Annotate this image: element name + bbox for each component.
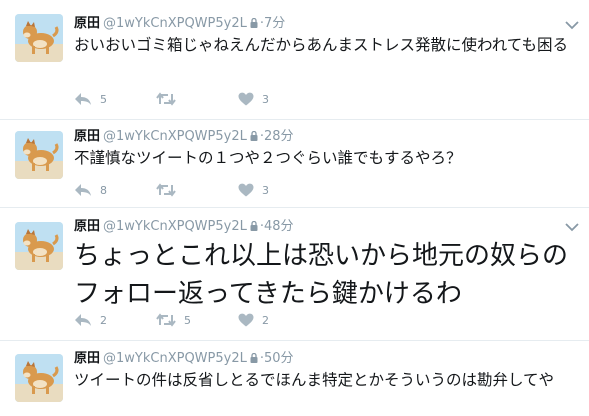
tweet-text-line: ちょっとこれ以上は恐いから地元の奴らの [74, 241, 569, 271]
tweet-text-line: フォロー返ってきたら鍵かけるわ [74, 279, 462, 309]
tweet[interactable]: 原田 @1wYkCnXPQWP5y2L ·48分 ちょっとこれ以上は恐いから地元の奴… [0, 208, 589, 341]
reply-count: 8 [100, 183, 107, 197]
chevron-down-icon[interactable] [565, 222, 579, 232]
tweet-text: 不謹慎なツイートの１つや２つぐらい誰でもするやろ？ [74, 149, 462, 167]
reply-button[interactable]: 5 [74, 92, 156, 106]
display-name[interactable]: 原田 [74, 16, 100, 31]
lock-icon [250, 220, 258, 236]
tweet-header: 原田 @1wYkCnXPQWP5y2L ·50分 [74, 351, 294, 368]
heart-icon [238, 92, 254, 106]
retweet-button[interactable] [156, 92, 238, 106]
heart-icon [238, 183, 254, 197]
heart-icon [238, 313, 254, 327]
reply-count: 5 [100, 92, 107, 106]
retweet-icon [156, 183, 176, 197]
like-button[interactable]: 3 [238, 92, 320, 106]
tweet-text: おいおいゴミ箱じゃねえんだからあんまストレス発散に使われても困る [74, 36, 568, 54]
reply-icon [75, 184, 91, 196]
chevron-down-icon[interactable] [565, 20, 579, 30]
retweet-count: 5 [184, 313, 191, 327]
like-count: 3 [262, 92, 269, 106]
avatar[interactable] [15, 14, 63, 62]
like-button[interactable]: 3 [238, 183, 320, 197]
tweet-text: ツイートの件は反省しとるでほんま特定とかそういうのは勘弁してや [74, 371, 555, 389]
reply-icon [75, 93, 91, 105]
tweet-actions: 8 3 [74, 181, 320, 199]
tweet-text: ちょっとこれ以上は恐いから地元の奴らの フォロー返ってきたら鍵かけるわ [74, 237, 581, 313]
lock-icon [250, 17, 258, 33]
retweet-button[interactable]: 5 [156, 313, 238, 327]
lock-icon [250, 130, 258, 146]
avatar[interactable] [15, 131, 63, 179]
reply-icon [75, 314, 91, 326]
user-handle[interactable]: @1wYkCnXPQWP5y2L [103, 129, 247, 144]
tweet-actions: 2 5 2 [74, 311, 320, 329]
user-handle[interactable]: @1wYkCnXPQWP5y2L [103, 219, 247, 234]
reply-button[interactable]: 8 [74, 183, 156, 197]
timestamp[interactable]: 48分 [264, 219, 294, 234]
shiba-dog-avatar [15, 354, 63, 402]
shiba-dog-avatar [15, 14, 63, 62]
tweet[interactable]: 原田 @1wYkCnXPQWP5y2L ·7分 おいおいゴミ箱じゃねえんだからあんま… [0, 0, 589, 120]
reply-button[interactable]: 2 [74, 313, 156, 327]
user-handle[interactable]: @1wYkCnXPQWP5y2L [103, 351, 247, 366]
like-count: 3 [262, 183, 269, 197]
avatar[interactable] [15, 222, 63, 270]
retweet-button[interactable] [156, 183, 238, 197]
tweet-actions: 5 3 [74, 90, 320, 108]
tweet-header: 原田 @1wYkCnXPQWP5y2L ·7分 [74, 16, 285, 33]
tweet-header: 原田 @1wYkCnXPQWP5y2L ·48分 [74, 219, 294, 236]
like-button[interactable]: 2 [238, 313, 320, 327]
retweet-icon [156, 92, 176, 106]
display-name[interactable]: 原田 [74, 351, 100, 366]
tweet[interactable]: 原田 @1wYkCnXPQWP5y2L ·50分 ツイートの件は反省しとるでほんま特… [0, 341, 589, 416]
reply-count: 2 [100, 313, 107, 327]
timestamp[interactable]: 50分 [264, 351, 294, 366]
timestamp[interactable]: 28分 [264, 129, 294, 144]
display-name[interactable]: 原田 [74, 219, 100, 234]
display-name[interactable]: 原田 [74, 129, 100, 144]
tweet-header: 原田 @1wYkCnXPQWP5y2L ·28分 [74, 129, 294, 146]
shiba-dog-avatar [15, 222, 63, 270]
lock-icon [250, 352, 258, 368]
timeline: 原田 @1wYkCnXPQWP5y2L ·7分 おいおいゴミ箱じゃねえんだからあんま… [0, 0, 589, 416]
user-handle[interactable]: @1wYkCnXPQWP5y2L [103, 16, 247, 31]
like-count: 2 [262, 313, 269, 327]
avatar[interactable] [15, 354, 63, 402]
shiba-dog-avatar [15, 131, 63, 179]
tweet[interactable]: 原田 @1wYkCnXPQWP5y2L ·28分 不謹慎なツイートの１つや２つぐらい… [0, 120, 589, 208]
timestamp[interactable]: 7分 [264, 16, 285, 31]
retweet-icon [156, 313, 176, 327]
